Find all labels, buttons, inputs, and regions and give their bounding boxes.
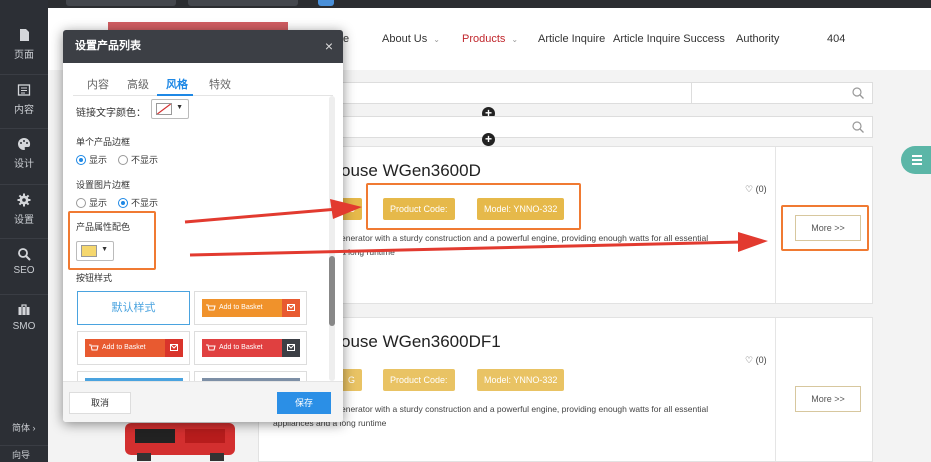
sidebar-item-page[interactable]: 页面 <box>0 20 48 72</box>
border-hide-radio[interactable]: 不显示 <box>118 153 158 166</box>
product-description: enerator with a sturdy construction and … <box>341 233 709 257</box>
page-icon <box>20 29 29 41</box>
sidebar-item-label: SEO <box>13 265 35 276</box>
product-title[interactable]: ouse WGen3600D <box>341 161 481 181</box>
dialog-title: 设置产品列表 <box>75 40 141 52</box>
sidebar-item-label: 页面 <box>14 50 34 61</box>
border-show-radio[interactable]: 显示 <box>76 153 107 166</box>
cart-icon <box>89 344 99 351</box>
basket-style-option[interactable]: Add to Basket <box>194 331 307 365</box>
image-border-label: 设置图片边框 <box>76 180 131 190</box>
top-toolbar <box>0 0 931 8</box>
sidebar-item-seo[interactable]: SEO <box>0 238 48 290</box>
dialog-footer: 取消 保存 <box>63 381 343 422</box>
cancel-button[interactable]: 取消 <box>69 392 131 414</box>
product-card: ouse WGen3600DF1 G Product Code: Model: … <box>258 317 873 462</box>
mail-icon <box>287 304 295 311</box>
add-to-basket-preview: Add to Basket <box>202 299 300 317</box>
search-input[interactable] <box>318 82 708 104</box>
toolbar-pill[interactable] <box>318 0 334 6</box>
toolbar-pill[interactable] <box>188 0 298 6</box>
product-border-label: 单个产品边框 <box>76 137 131 147</box>
default-style-option[interactable]: 默认样式 <box>77 291 190 325</box>
button-style-label: 按钮样式 <box>76 273 113 283</box>
add-to-basket-preview: Add to Basket <box>202 339 300 357</box>
dialog-tabs: 内容 高级 风格 特效 <box>73 76 333 96</box>
cart-icon <box>206 344 216 351</box>
language-switch[interactable]: 简体 › <box>0 421 48 434</box>
product-code-tag: Product Code: <box>383 369 455 391</box>
cart-icon <box>206 304 216 311</box>
basket-style-option[interactable]: Add to Basket <box>194 291 307 325</box>
search-icon <box>852 87 864 99</box>
dialog-header: 设置产品列表 × <box>63 30 343 63</box>
content-icon <box>17 84 31 96</box>
sidebar-item-label: 内容 <box>14 105 34 116</box>
nav-item-404[interactable]: 404 <box>827 33 845 45</box>
no-color-icon <box>156 103 172 115</box>
sidebar-item-label: 设置 <box>14 215 34 226</box>
nav-item-article-inquire[interactable]: Article Inquire <box>538 33 605 45</box>
chevron-down-icon: ⌄ <box>433 35 440 44</box>
tab-effects[interactable]: 特效 <box>209 76 231 92</box>
sidebar-item-design[interactable]: 设计 <box>0 128 48 180</box>
briefcase-icon <box>18 304 30 315</box>
close-icon[interactable]: × <box>325 30 333 63</box>
side-menu-button[interactable] <box>901 146 931 174</box>
highlight-box-attr-color <box>68 211 156 270</box>
search-input[interactable] <box>691 82 873 104</box>
gear-icon <box>17 193 31 207</box>
nav-item-article-inquire-success[interactable]: Article Inquire Success <box>613 33 725 45</box>
mail-icon <box>287 344 295 351</box>
product-tag: G <box>341 198 363 220</box>
search-icon <box>852 121 864 133</box>
save-button[interactable]: 保存 <box>277 392 331 414</box>
like-count[interactable]: ♡ (0) <box>745 355 767 366</box>
add-section-icon[interactable]: + <box>482 133 495 146</box>
mail-icon <box>170 344 178 351</box>
product-tag: G <box>341 369 363 391</box>
toolbar-pill[interactable] <box>66 0 176 6</box>
tab-content[interactable]: 内容 <box>87 76 109 92</box>
palette-icon <box>18 137 31 150</box>
site-logo-fragment <box>108 22 288 30</box>
nav-item-home[interactable]: e <box>343 33 349 45</box>
tab-style[interactable]: 风格 <box>166 76 188 92</box>
nav-item-about[interactable]: About Us ⌄ <box>382 33 440 45</box>
image-border-show-radio[interactable]: 显示 <box>76 196 107 209</box>
sidebar-item-settings[interactable]: 设置 <box>0 184 48 236</box>
nav-item-products[interactable]: Products ⌄ <box>462 33 518 45</box>
tab-active-indicator <box>157 94 193 96</box>
product-description: enerator with a sturdy construction and … <box>273 404 709 428</box>
chevron-down-icon: ▼ <box>176 104 183 111</box>
basket-style-option[interactable]: Add to Basket <box>77 331 190 365</box>
product-model-tag: Model: YNNO-332 <box>477 369 565 391</box>
tab-advanced[interactable]: 高级 <box>127 76 149 92</box>
product-image[interactable] <box>115 415 245 462</box>
scroll-thumb[interactable] <box>329 256 335 326</box>
left-sidebar: 页面 内容 设计 设置 SEO SMO 简体 › 向导 <box>0 0 48 462</box>
sidebar-item-content[interactable]: 内容 <box>0 74 48 126</box>
dialog-scrollbar[interactable] <box>329 96 335 381</box>
more-button[interactable]: More >> <box>795 386 861 412</box>
highlight-box-more <box>781 205 869 251</box>
search-icon <box>18 248 31 261</box>
product-title[interactable]: ouse WGen3600DF1 <box>341 332 501 352</box>
like-count[interactable]: ♡ (0) <box>745 184 767 195</box>
nav-item-authority[interactable]: Authority <box>736 33 779 45</box>
menu-icon <box>912 155 922 167</box>
guide-link[interactable]: 向导 <box>0 445 48 461</box>
link-color-picker[interactable]: ▼ <box>151 99 189 119</box>
link-color-label: 链接文字颜色： <box>76 108 146 119</box>
image-border-hide-radio[interactable]: 不显示 <box>118 196 158 209</box>
sidebar-item-smo[interactable]: SMO <box>0 294 48 346</box>
search-input[interactable] <box>318 116 873 138</box>
sidebar-item-label: SMO <box>12 321 36 332</box>
highlight-box-tags <box>366 183 581 230</box>
add-to-basket-preview: Add to Basket <box>85 339 183 357</box>
chevron-down-icon: ⌄ <box>511 35 519 44</box>
sidebar-item-label: 设计 <box>14 159 34 170</box>
